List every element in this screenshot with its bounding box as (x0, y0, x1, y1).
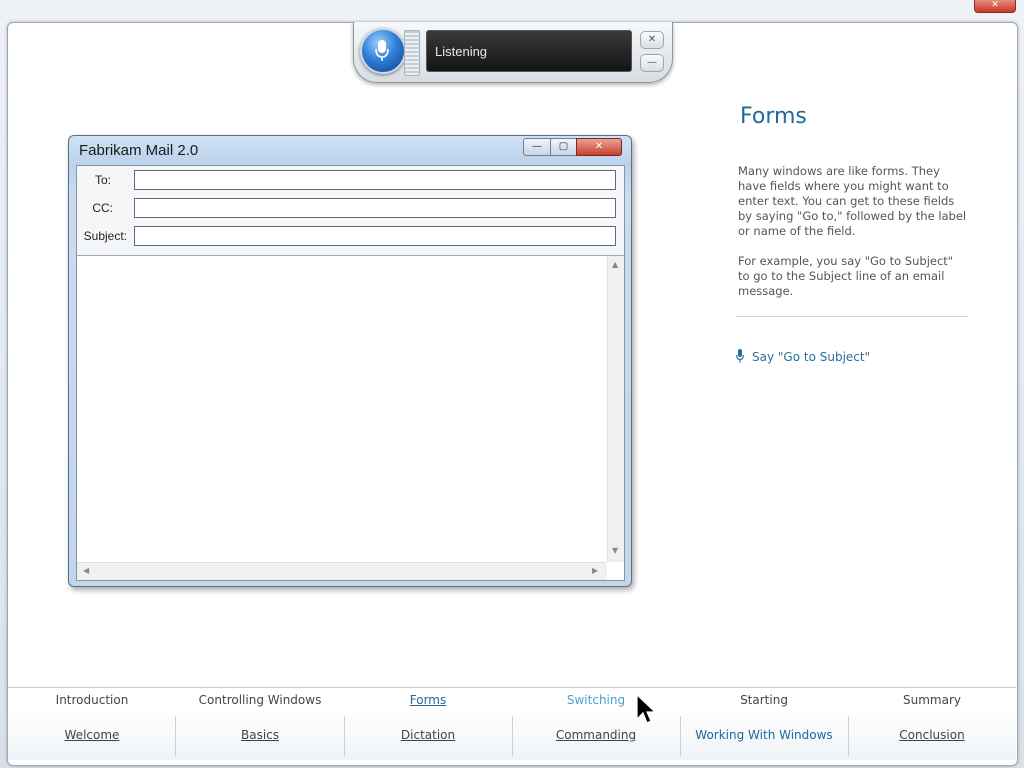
nav-working-with-windows[interactable]: Working With Windows (680, 728, 848, 742)
mail-minimize-button[interactable]: — (523, 138, 551, 156)
meter-grip (404, 30, 420, 76)
subject-label: Subject: (83, 229, 127, 243)
nav-starting[interactable]: Starting (680, 693, 848, 707)
mail-window-title: Fabrikam Mail 2.0 (79, 142, 199, 159)
horizontal-scrollbar[interactable]: ◀ ▶ (77, 562, 607, 580)
nav-forms[interactable]: Forms (344, 693, 512, 707)
scroll-up-arrow-icon[interactable]: ▲ (612, 260, 618, 269)
pane-paragraph-2: For example, you say "Go to Subject" to … (738, 254, 954, 298)
vertical-scrollbar[interactable]: ▲ ▼ (607, 256, 624, 562)
mail-maximize-button[interactable]: ▢ (550, 138, 577, 156)
cc-row: CC: (77, 198, 624, 220)
nav-summary[interactable]: Summary (848, 693, 1016, 707)
cc-field[interactable] (134, 198, 616, 218)
speech-bar-close-button[interactable]: ✕ (640, 31, 664, 49)
message-body-field[interactable] (77, 256, 607, 562)
mail-window: Fabrikam Mail 2.0 — ▢ ✕ To: CC: Subject:… (68, 135, 632, 587)
say-command: Say "Go to Subject" (736, 349, 870, 364)
tutorial-close-button[interactable]: ✕ (974, 0, 1016, 13)
subject-row: Subject: (77, 226, 624, 248)
nav-welcome[interactable]: Welcome (8, 728, 176, 742)
nav-controlling-windows[interactable]: Controlling Windows (176, 693, 344, 707)
mouse-pointer-icon (636, 694, 656, 724)
pane-paragraph-1: Many windows are like forms. They have f… (738, 164, 967, 238)
section-nav: Welcome Basics Dictation Commanding Work… (8, 712, 1016, 760)
scroll-down-arrow-icon[interactable]: ▼ (612, 546, 618, 555)
speech-recognition-bar: Listening ✕ — (353, 22, 673, 83)
nav-commanding[interactable]: Commanding (512, 728, 680, 742)
subject-field[interactable] (134, 226, 616, 246)
say-command-text: Say "Go to Subject" (752, 350, 871, 364)
nav-introduction[interactable]: Introduction (8, 693, 176, 707)
microphone-button[interactable] (360, 28, 406, 74)
scroll-left-arrow-icon[interactable]: ◀ (83, 566, 89, 575)
to-label: To: (94, 173, 111, 187)
speech-status-display: Listening (426, 30, 632, 72)
to-row: To: (77, 170, 624, 192)
mail-client-area: To: CC: Subject: ▲ ▼ ◀ ▶ (76, 165, 625, 581)
mail-close-button[interactable]: ✕ (576, 138, 622, 156)
microphone-icon (736, 349, 744, 363)
speech-status-text: Listening (435, 44, 488, 59)
subsection-nav: Introduction Controlling Windows Forms S… (8, 687, 1016, 713)
microphone-icon (375, 40, 389, 61)
nav-conclusion[interactable]: Conclusion (848, 728, 1016, 742)
cc-label: CC: (92, 201, 113, 215)
to-field[interactable] (134, 170, 616, 190)
pane-divider (736, 316, 968, 317)
nav-dictation[interactable]: Dictation (344, 728, 512, 742)
speech-bar-minimize-button[interactable]: — (640, 54, 664, 72)
nav-basics[interactable]: Basics (176, 728, 344, 742)
mail-header-fields: To: CC: Subject: (77, 166, 624, 256)
pane-title: Forms (740, 104, 807, 129)
scroll-right-arrow-icon[interactable]: ▶ (592, 566, 598, 575)
